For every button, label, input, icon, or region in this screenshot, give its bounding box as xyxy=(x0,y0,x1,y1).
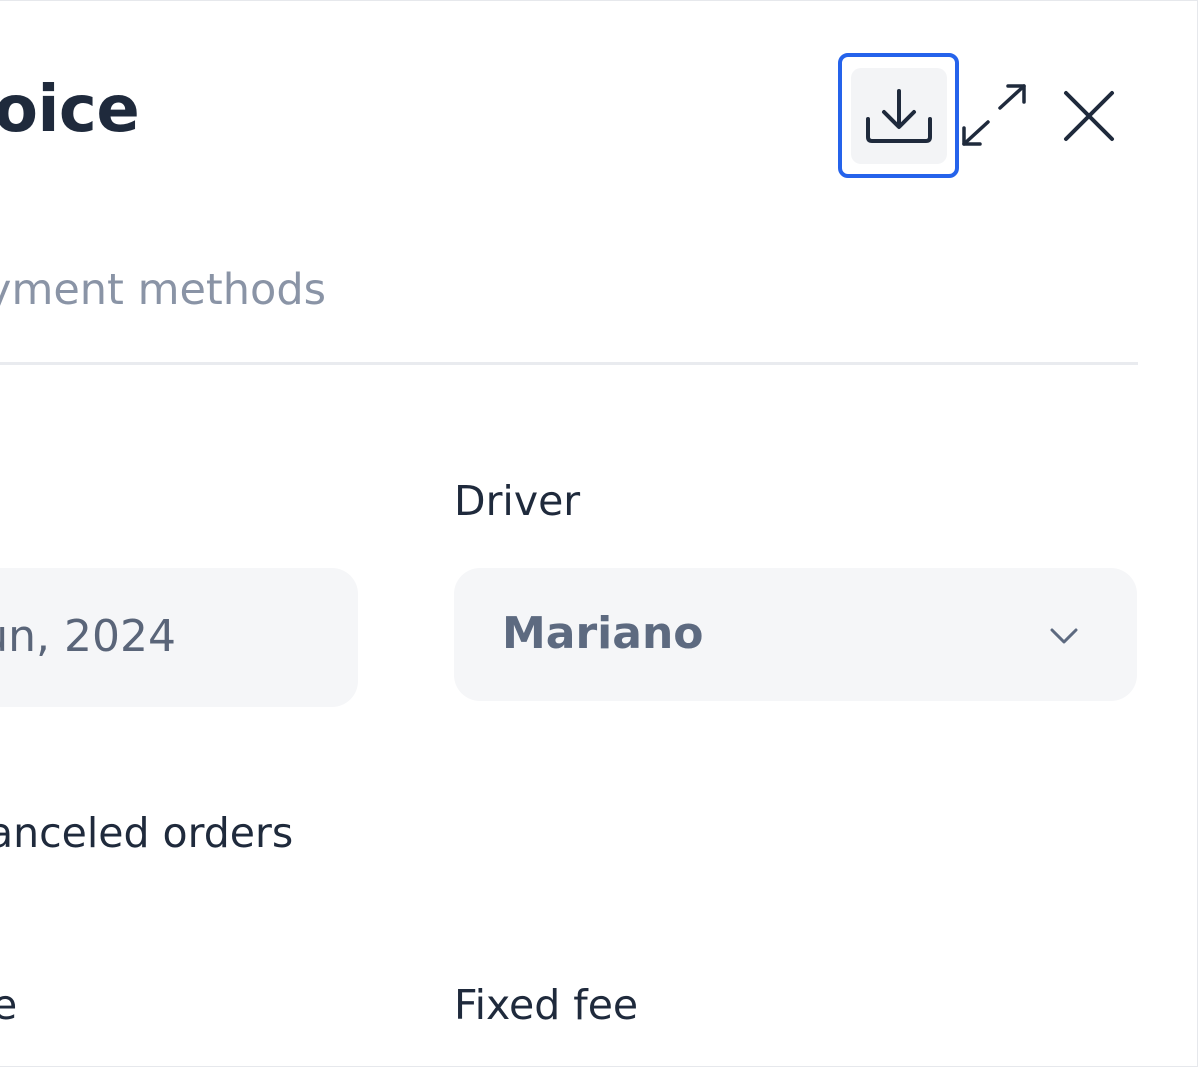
date-field[interactable]: un, 2024 xyxy=(0,568,358,707)
driver-select-value: Mariano xyxy=(502,608,704,659)
invoice-panel: oice yment methods un, 2024 Driver Maria… xyxy=(0,0,1198,1067)
driver-select[interactable]: Mariano xyxy=(454,568,1137,701)
tabs-divider xyxy=(0,362,1138,365)
expand-icon xyxy=(962,84,1026,146)
tab-payment-methods[interactable]: yment methods xyxy=(0,265,326,315)
download-button-surface[interactable] xyxy=(850,67,947,164)
fixed-fee-label: Fixed fee xyxy=(454,981,639,1029)
close-button[interactable] xyxy=(1054,81,1124,151)
expand-button[interactable] xyxy=(954,77,1034,153)
date-field-value: un, 2024 xyxy=(0,611,176,662)
download-icon xyxy=(865,88,932,143)
panel-title: oice xyxy=(0,73,140,147)
close-icon xyxy=(1064,91,1114,141)
driver-label: Driver xyxy=(454,477,581,525)
download-button[interactable] xyxy=(838,53,959,178)
canceled-orders-label: anceled orders xyxy=(0,809,294,857)
chevron-down-icon xyxy=(1050,628,1078,644)
partial-left-label: e xyxy=(0,981,17,1029)
